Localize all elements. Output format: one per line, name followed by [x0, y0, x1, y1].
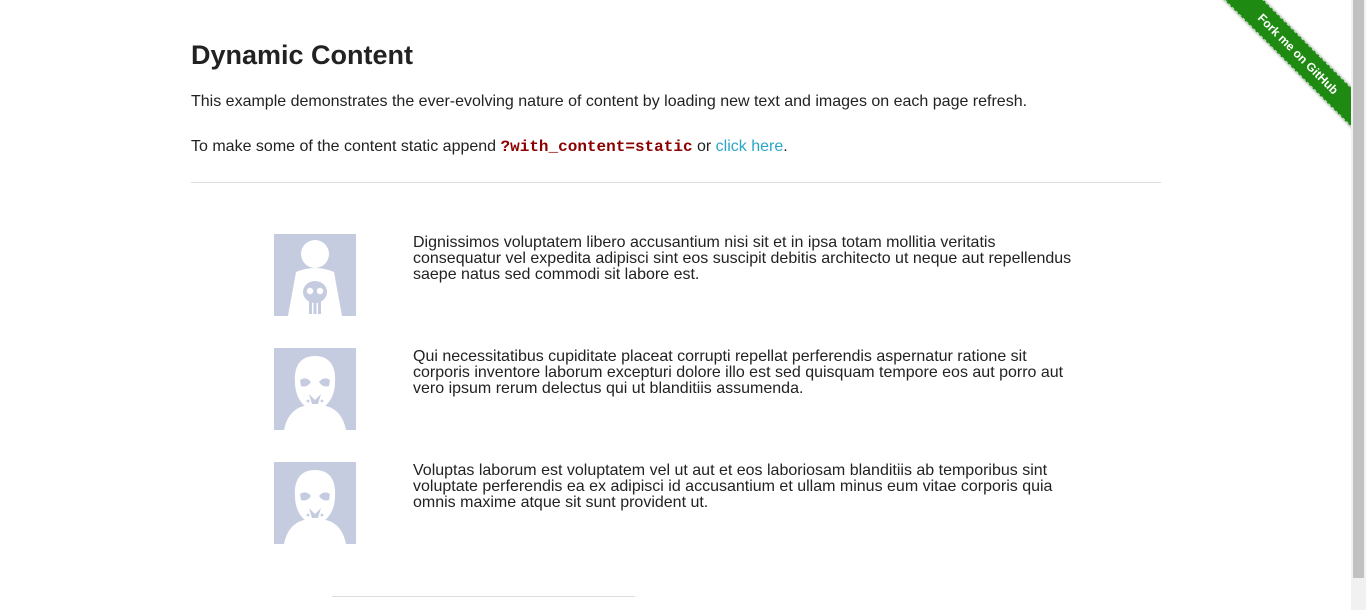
list-item: Dignissimos voluptatem libero accusantiu…: [274, 234, 1071, 316]
page-title: Dynamic Content: [191, 40, 414, 70]
static-instructions: To make some of the content static appen…: [191, 137, 788, 157]
intro-text: This example demonstrates the ever-evolv…: [191, 93, 1028, 110]
page: Dynamic Content This example demonstrate…: [0, 0, 1366, 610]
punisher-avatar-icon: [274, 234, 356, 316]
row-text: Qui necessitatibus cupiditate placeat co…: [413, 348, 1064, 397]
github-ribbon: Fork me on GitHub: [1211, 0, 1351, 140]
stormtrooper-avatar-icon: [274, 462, 356, 544]
content-divider: [191, 182, 1161, 183]
stormtrooper-avatar-icon: [274, 348, 356, 430]
static-or-text: or: [692, 138, 716, 155]
vertical-scrollbar[interactable]: [1351, 0, 1366, 610]
scrollbar-thumb[interactable]: [1353, 0, 1364, 578]
click-here-link[interactable]: click here: [716, 138, 784, 155]
fork-me-on-github-link[interactable]: Fork me on GitHub: [1213, 0, 1351, 139]
row-text: Voluptas laborum est voluptatem vel ut a…: [413, 462, 1053, 511]
static-prefix-text: To make some of the content static appen…: [191, 138, 501, 155]
row-text: Dignissimos voluptatem libero accusantiu…: [413, 234, 1072, 283]
static-param-code: ?with_content=static: [500, 138, 693, 156]
footer-divider: [332, 596, 635, 597]
list-item: Voluptas laborum est voluptatem vel ut a…: [274, 462, 1052, 544]
list-item: Qui necessitatibus cupiditate placeat co…: [274, 348, 1063, 430]
static-suffix-text: .: [783, 138, 788, 155]
